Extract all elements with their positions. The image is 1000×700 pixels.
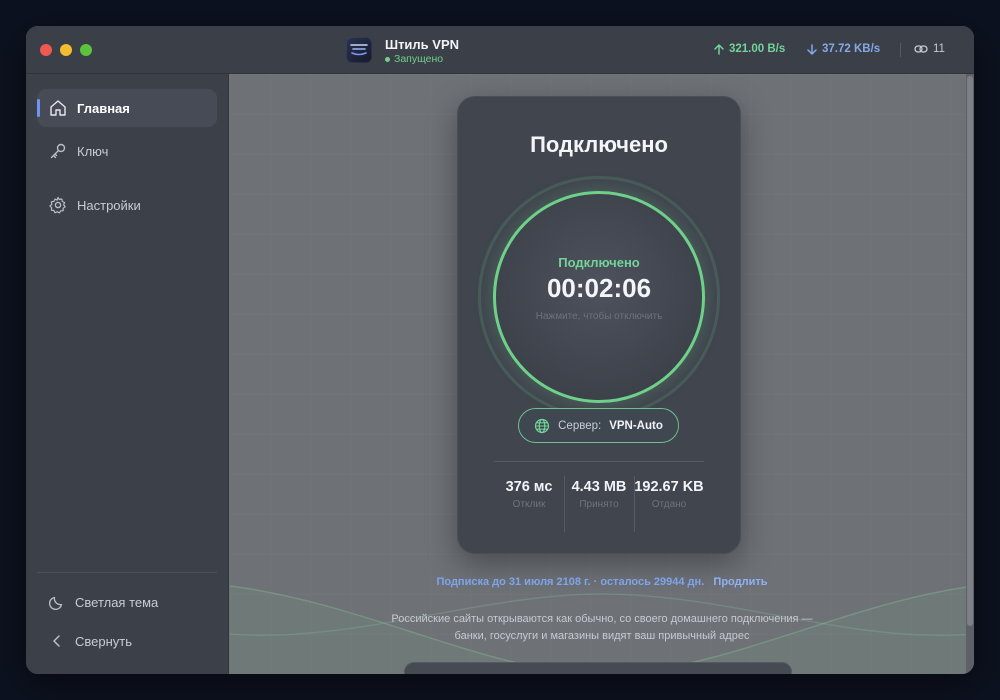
ring-status-text: Подключено: [558, 255, 640, 270]
upload-rate-value: 321.00 B/s: [729, 43, 786, 55]
key-icon: [50, 143, 66, 159]
chevron-left-icon: [53, 635, 60, 647]
close-window-button[interactable]: [40, 44, 52, 56]
connection-card: Подключено Подключено 00:02:06 Нажмите, …: [457, 96, 741, 554]
moon-icon: [49, 596, 63, 610]
sidebar-item-settings[interactable]: Настройки: [37, 186, 217, 224]
connections-count: 11: [914, 43, 945, 55]
titlebar-divider: [900, 43, 901, 57]
stat-value: 192.67 KB: [634, 479, 704, 495]
server-name: VPN-Auto: [609, 419, 663, 432]
connection-title: Подключено: [530, 132, 668, 157]
renew-link[interactable]: Продлить: [713, 576, 767, 588]
app-window: Штиль VPN Запущено 321.00 B/s 37.72 KB/s…: [26, 26, 974, 674]
app-status: Запущено: [385, 53, 443, 65]
zoom-window-button[interactable]: [80, 44, 92, 56]
theme-toggle-button[interactable]: Светлая тема: [37, 587, 217, 617]
info-line: банки, госуслуги и магазины видят ваш пр…: [454, 630, 750, 642]
app-status-text: Запущено: [394, 53, 444, 65]
stat-latency: 376 мс Отклик: [494, 478, 564, 510]
bottom-panel: [404, 662, 792, 674]
arrow-up-icon: [714, 43, 724, 55]
sidebar-item-label: Настройки: [77, 197, 141, 213]
status-dot-icon: [385, 56, 390, 62]
collapse-sidebar-label: Свернуть: [75, 633, 133, 649]
sidebar: Главная Ключ Настройки Светлая тема Свер…: [26, 74, 229, 674]
globe-icon: [535, 418, 550, 433]
upload-rate: 321.00 B/s: [714, 43, 785, 55]
download-rate: 37.72 KB/s: [807, 43, 880, 55]
app-logo-icon: [346, 37, 372, 63]
minimize-window-button[interactable]: [60, 44, 72, 56]
home-icon: [50, 100, 66, 116]
server-select-button[interactable]: Сервер: VPN-Auto: [518, 408, 679, 443]
stat-label: Отдано: [651, 499, 687, 510]
session-timer: 00:02:06: [546, 273, 652, 303]
sidebar-item-label: Ключ: [77, 143, 109, 159]
link-icon: [914, 45, 928, 53]
theme-toggle-label: Светлая тема: [75, 594, 159, 610]
stat-label: Принято: [579, 499, 619, 510]
stat-received: 4.43 MB Принято: [564, 478, 634, 510]
stat-value: 4.43 MB: [571, 479, 627, 495]
main-content: Подключено Подключено 00:02:06 Нажмите, …: [230, 74, 974, 674]
collapse-sidebar-button[interactable]: Свернуть: [37, 626, 217, 656]
stat-sent: 192.67 KB Отдано: [634, 478, 704, 510]
card-divider: [494, 461, 704, 462]
gear-icon: [49, 196, 66, 214]
app-title: Штиль VPN: [385, 37, 460, 52]
stat-label: Отклик: [512, 499, 546, 510]
sidebar-divider: [37, 572, 217, 573]
download-rate-value: 37.72 KB/s: [822, 43, 881, 55]
subscription-info: Подписка до 31 июля 2108 г. · осталось 2…: [230, 576, 974, 588]
connections-value: 11: [933, 43, 945, 55]
sidebar-item-home[interactable]: Главная: [37, 89, 217, 127]
info-text: Российские сайты открываются как обычно,…: [230, 611, 974, 645]
server-label: Сервер:: [558, 419, 602, 432]
info-line: Российские сайты открываются как обычно,…: [391, 613, 813, 625]
scrollbar-thumb[interactable]: [967, 76, 973, 626]
subscription-text: Подписка до 31 июля 2108 г. · осталось 2…: [436, 576, 705, 588]
arrow-down-icon: [807, 43, 817, 55]
sidebar-item-key[interactable]: Ключ: [37, 132, 217, 170]
sidebar-item-label: Главная: [77, 100, 130, 116]
titlebar: Штиль VPN Запущено 321.00 B/s 37.72 KB/s…: [26, 26, 974, 74]
stat-value: 376 мс: [505, 479, 553, 495]
disconnect-hint: Нажмите, чтобы отключить: [535, 311, 663, 322]
scrollbar[interactable]: [966, 74, 974, 674]
